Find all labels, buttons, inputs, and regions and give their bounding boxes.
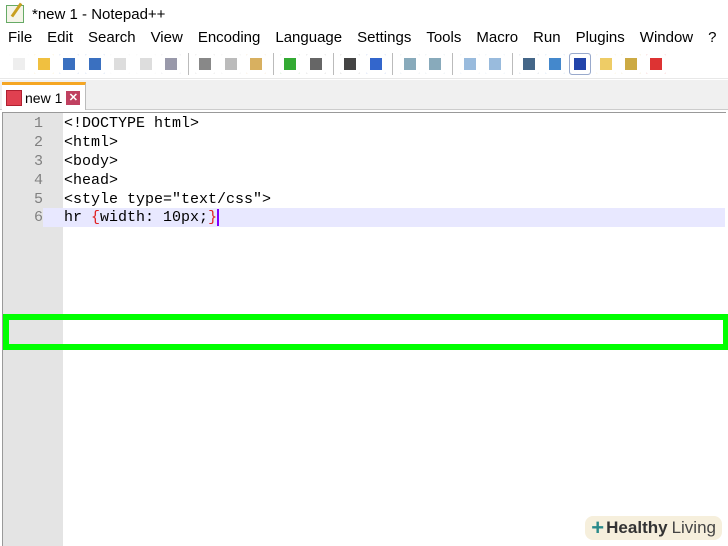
toolbar-separator xyxy=(187,52,189,75)
open-file-icon[interactable] xyxy=(34,54,54,74)
code-line[interactable]: 2 <html> xyxy=(3,133,725,152)
copy-icon[interactable] xyxy=(221,54,241,74)
line-number: 2 xyxy=(33,134,43,151)
current-line[interactable]: 6 hr {width: 10px;} xyxy=(3,208,725,227)
code-text: <body> xyxy=(64,153,119,170)
title-bar: *new 1 - Notepad++ xyxy=(0,0,728,28)
menu-tools[interactable]: Tools xyxy=(418,28,468,48)
tab-new-1[interactable]: new 1 ✕ xyxy=(2,82,86,110)
text-editor[interactable]: 5 <style type="text/css"> 4 <head> 3 <body> 2 <… xyxy=(2,112,728,546)
window-title: *new 1 - Notepad++ xyxy=(32,5,166,23)
watermark-bold: Healthy xyxy=(606,518,668,537)
open-brace: { xyxy=(91,209,101,226)
line-number: 5 xyxy=(33,191,43,208)
line-number: 1 xyxy=(33,115,43,132)
menu-help[interactable]: ? xyxy=(700,28,723,48)
cross-logo-icon: + xyxy=(591,515,605,540)
zoom-out-icon[interactable] xyxy=(425,54,445,74)
notepad-plus-plus-icon xyxy=(6,5,24,23)
toolbar-separator xyxy=(511,52,513,75)
highlight-box xyxy=(3,314,728,350)
cut-icon[interactable] xyxy=(195,54,215,74)
toolbar-separator xyxy=(332,52,334,75)
close-icon[interactable] xyxy=(110,54,130,74)
code-text: <!DOCTYPE html> xyxy=(64,115,200,132)
menu-encoding[interactable]: Encoding xyxy=(190,28,268,48)
folder-workspace-icon[interactable] xyxy=(646,54,666,74)
code-line[interactable]: 5 <style type="text/css"> xyxy=(3,190,725,209)
close-brace: } xyxy=(208,209,218,226)
watermark-light: Living xyxy=(671,518,716,537)
print-icon[interactable] xyxy=(161,54,181,74)
watermark: + Healthy Living xyxy=(585,516,722,540)
zoom-in-icon[interactable] xyxy=(400,54,420,74)
code-line[interactable]: 1 <!DOCTYPE html> xyxy=(3,114,725,133)
code-selector: hr xyxy=(64,209,92,226)
function-list-icon[interactable] xyxy=(621,54,641,74)
line-number: 3 xyxy=(33,153,43,170)
toolbar-separator xyxy=(452,52,453,75)
unsaved-file-icon xyxy=(6,89,22,106)
code-text: <head> xyxy=(64,172,119,189)
code-line[interactable]: 3 <body> xyxy=(3,152,725,171)
menu-window[interactable]: Window xyxy=(632,28,700,48)
undo-icon[interactable] xyxy=(280,54,300,74)
code-text: hr {width: 10px;} xyxy=(64,208,220,227)
code-text: <style type="text/css"> xyxy=(64,191,272,208)
toolbar-separator xyxy=(392,52,394,75)
replace-icon[interactable] xyxy=(366,54,386,74)
save-icon[interactable] xyxy=(59,54,79,74)
redo-icon[interactable] xyxy=(306,54,326,74)
menu-macro[interactable]: Macro xyxy=(468,28,525,48)
code-text: <html> xyxy=(64,134,119,151)
doc-map-icon[interactable] xyxy=(596,54,616,74)
menu-edit[interactable]: Edit xyxy=(39,28,80,48)
menu-view[interactable]: View xyxy=(143,28,190,48)
menu-plugins[interactable]: Plugins xyxy=(568,28,632,48)
line-number: 4 xyxy=(33,172,43,189)
show-all-chars-icon[interactable] xyxy=(545,54,565,74)
word-wrap-icon[interactable] xyxy=(519,54,539,74)
code-declaration: width: 10px; xyxy=(100,209,209,226)
toolbar-separator xyxy=(272,52,274,75)
menu-settings[interactable]: Settings xyxy=(349,28,418,48)
line-number: 6 xyxy=(3,208,43,227)
sync-vertical-icon[interactable] xyxy=(460,54,480,74)
sync-horizontal-icon[interactable] xyxy=(485,54,505,74)
tab-label: new 1 xyxy=(25,89,63,106)
menu-run[interactable]: Run xyxy=(525,28,568,48)
toolbar xyxy=(0,49,728,79)
close-tab-button[interactable]: ✕ xyxy=(66,90,81,105)
paste-icon[interactable] xyxy=(246,54,266,74)
tab-bar: new 1 ✕ xyxy=(0,80,728,110)
close-all-icon[interactable] xyxy=(136,54,156,74)
save-all-icon[interactable] xyxy=(85,54,105,74)
menu-file[interactable]: File xyxy=(0,28,39,48)
menu-search[interactable]: Search xyxy=(80,28,143,48)
find-icon[interactable] xyxy=(340,54,360,74)
menu-language[interactable]: Language xyxy=(267,28,349,48)
indent-guide-icon[interactable] xyxy=(569,52,592,75)
code-line[interactable]: 4 <head> xyxy=(3,171,725,190)
text-caret xyxy=(217,208,220,226)
menu-bar: File Edit Search View Encoding Language Settin… xyxy=(0,28,728,48)
new-file-icon[interactable] xyxy=(9,54,29,74)
